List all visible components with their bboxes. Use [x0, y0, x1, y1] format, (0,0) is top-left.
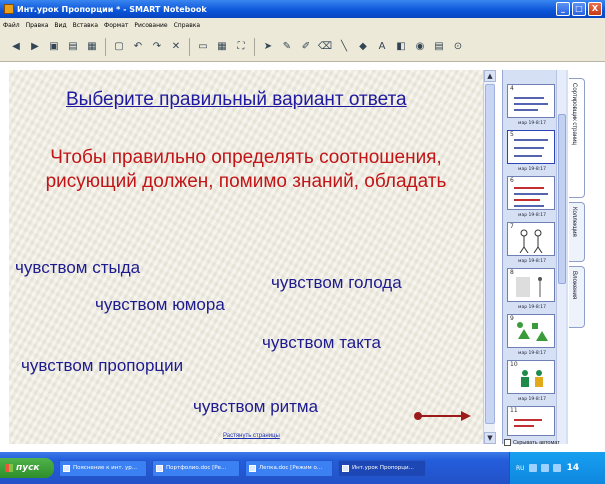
menu-format[interactable]: Формат	[104, 22, 128, 29]
menu-edit[interactable]: Правка	[26, 22, 49, 29]
volume-icon[interactable]	[540, 464, 549, 472]
app-icon	[4, 4, 14, 14]
menu-draw[interactable]: Рисование	[134, 22, 167, 29]
undo-icon[interactable]: ↶	[130, 39, 146, 55]
page-scrollbar[interactable]: ▲ ▼	[483, 70, 496, 444]
forward-icon[interactable]: ▶	[27, 39, 43, 55]
eraser-icon[interactable]: ⌫	[317, 39, 333, 55]
taskbar: пуск Пояснение к инт. ур... Портфолио.do…	[0, 452, 605, 484]
autohide-option[interactable]: Скрывать автомат	[504, 439, 560, 446]
menu-file[interactable]: Файл	[3, 22, 20, 29]
menu-insert[interactable]: Вставка	[73, 22, 98, 29]
shape-icon[interactable]: ◆	[355, 39, 371, 55]
word-icon	[249, 464, 256, 472]
toolbar-separator	[189, 37, 190, 56]
tab-gallery[interactable]: Коллекция	[569, 202, 585, 262]
title-bar: Инт.урок Пропорции * - SMART Notebook _ …	[0, 0, 605, 18]
tab-page-sorter[interactable]: Сортировщик страниц	[569, 78, 585, 198]
page-thumbnail[interactable]: 8 мар 19-8:17	[507, 268, 555, 310]
answer-option[interactable]: чувством юмора	[95, 295, 225, 315]
page-thumbnail[interactable]: 11	[507, 406, 555, 436]
window-controls: _ □ X	[556, 2, 602, 16]
network-icon[interactable]	[528, 464, 537, 472]
page-thumbnail[interactable]: 5 мар 19-8:17	[507, 130, 555, 172]
capture-icon[interactable]: ▤	[431, 39, 447, 55]
sidebar-tabs: Сортировщик страниц Коллекция Вложения	[569, 78, 585, 358]
menu-bar: Файл Правка Вид Вставка Формат Рисование…	[0, 18, 605, 32]
language-indicator[interactable]: RU	[516, 465, 525, 472]
creative-pen-icon[interactable]: ✐	[298, 39, 314, 55]
taskbar-item-active[interactable]: Инт.урок Пропорци...	[338, 459, 426, 477]
taskbar-item[interactable]: Лепка.doc [Режим о...	[245, 459, 333, 477]
text-icon[interactable]: A	[374, 39, 390, 55]
delete-icon[interactable]: ✕	[168, 39, 184, 55]
answer-option[interactable]: чувством стыда	[15, 258, 140, 278]
clock: 14	[566, 463, 580, 473]
smart-notebook-window: Инт.урок Пропорции * - SMART Notebook _ …	[0, 0, 605, 484]
screen-shade-icon[interactable]: ▭	[195, 39, 211, 55]
toolbar: ◀ ▶ ▣ ▤ ▦ ▢ ↶ ↷ ✕ ▭ ▦ ⛶ ➤ ✎ ✐ ⌫ ╲ ◆ A ◧ …	[0, 32, 605, 62]
redo-icon[interactable]: ↷	[149, 39, 165, 55]
start-button[interactable]: пуск	[0, 458, 54, 478]
sidebar-scroll-thumb[interactable]	[558, 114, 566, 284]
autohide-label: Скрывать автомат	[513, 439, 560, 446]
toolbar-separator	[254, 37, 255, 56]
page-title: Выберите правильный вариант ответа	[66, 89, 407, 110]
page-thumbnail[interactable]: 6 мар 19-8:17	[507, 176, 555, 218]
zoom-pages-link[interactable]: Растянуть страницы	[223, 433, 280, 439]
pen-icon[interactable]: ✎	[279, 39, 295, 55]
fill-icon[interactable]: ◧	[393, 39, 409, 55]
scroll-thumb[interactable]	[485, 84, 495, 424]
antivirus-icon[interactable]	[552, 464, 561, 472]
add-page-icon[interactable]: ▣	[46, 39, 62, 55]
line-icon[interactable]: ╲	[336, 39, 352, 55]
page-thumbnail[interactable]: 4 мар 19-8:17	[507, 84, 555, 126]
scroll-down-icon[interactable]: ▼	[484, 432, 496, 444]
properties-icon[interactable]: ◉	[412, 39, 428, 55]
more-icon[interactable]: ⊙	[450, 39, 466, 55]
paste-icon[interactable]: ▢	[111, 39, 127, 55]
tab-attachments[interactable]: Вложения	[569, 266, 585, 328]
open-icon[interactable]: ▤	[65, 39, 81, 55]
menu-help[interactable]: Справка	[174, 22, 200, 29]
taskbar-item[interactable]: Портфолио.doc [Ре...	[152, 459, 240, 477]
full-screen-icon[interactable]: ⛶	[233, 39, 249, 55]
back-icon[interactable]: ◀	[8, 39, 24, 55]
save-icon[interactable]: ▦	[84, 39, 100, 55]
taskbar-item[interactable]: Пояснение к инт. ур...	[59, 459, 147, 477]
autohide-checkbox[interactable]	[504, 439, 511, 446]
window-title: Инт.урок Пропорции * - SMART Notebook	[17, 4, 207, 14]
notebook-page[interactable]: Выберите правильный вариант ответа Чтобы…	[9, 70, 483, 444]
select-icon[interactable]: ➤	[260, 39, 276, 55]
toolbar-separator	[105, 37, 106, 56]
question-sentence: Чтобы правильно определять соотношения, …	[45, 147, 447, 192]
word-icon	[63, 464, 70, 472]
answer-option[interactable]: чувством ритма	[193, 397, 318, 417]
maximize-button[interactable]: □	[572, 2, 586, 16]
windows-logo-icon	[5, 464, 13, 472]
page-thumbnail[interactable]: 9 мар 19-8:17	[507, 314, 555, 356]
minimize-button[interactable]: _	[556, 2, 570, 16]
page-thumbnail[interactable]: 7 мар 19-8:17	[507, 222, 555, 264]
system-tray: RU 14	[509, 452, 605, 484]
page-thumbnail[interactable]: 10 мар 19-8:17	[507, 360, 555, 402]
notebook-icon	[342, 464, 349, 472]
answer-option[interactable]: чувством голода	[271, 273, 402, 293]
answer-option[interactable]: чувством пропорции	[21, 356, 183, 376]
scroll-up-icon[interactable]: ▲	[484, 70, 496, 82]
table-icon[interactable]: ▦	[214, 39, 230, 55]
next-arrow-icon[interactable]	[413, 411, 471, 421]
start-label: пуск	[16, 463, 40, 473]
menu-view[interactable]: Вид	[54, 22, 66, 29]
close-button[interactable]: X	[588, 2, 602, 16]
word-icon	[156, 464, 163, 472]
answer-option[interactable]: чувством такта	[262, 333, 381, 353]
sidebar-scrollbar[interactable]	[556, 70, 566, 444]
